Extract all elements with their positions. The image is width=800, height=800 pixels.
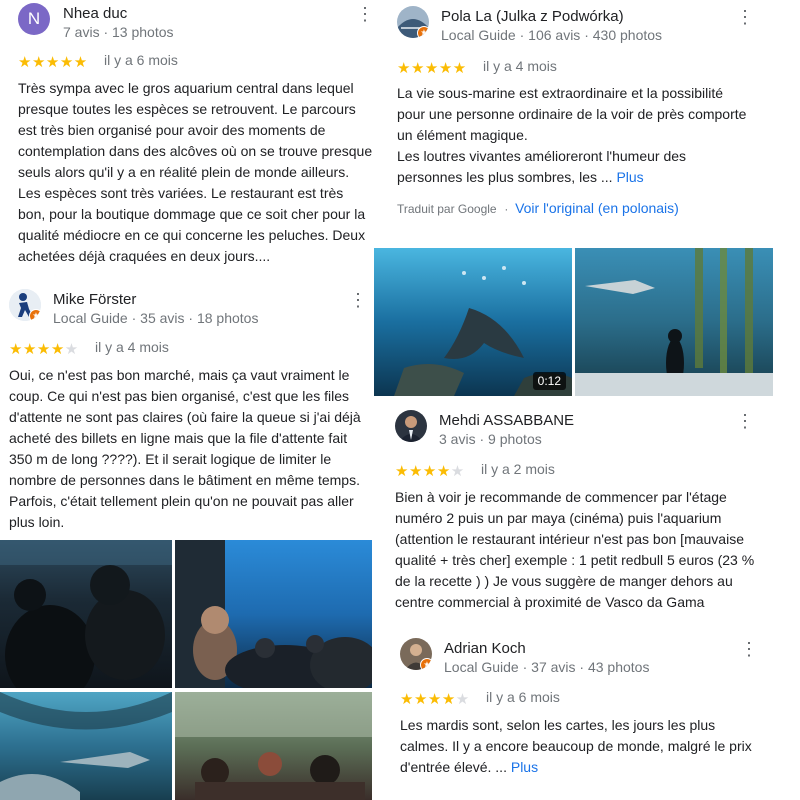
- review-card: ★ Adrian Koch Local Guide · 37 avis · 43…: [400, 638, 758, 778]
- portrait-avatar-icon: [395, 410, 427, 442]
- review-card: Mehdi ASSABBANE 3 avis · 9 photos ⋮ ★★★★…: [395, 410, 755, 613]
- reviewer-name[interactable]: Pola La (Julka z Podwórka): [441, 8, 624, 25]
- avatar[interactable]: ★: [397, 6, 429, 38]
- review-text-body: Les mardis sont, selon les cartes, les j…: [400, 717, 752, 775]
- reviewer-name[interactable]: Adrian Koch: [444, 640, 526, 657]
- shark-tunnel-photo: [0, 692, 172, 800]
- avatar[interactable]: N: [18, 3, 50, 35]
- star-empty-icon: ★: [455, 691, 470, 708]
- star-icon: ★★★★★: [397, 60, 467, 77]
- more-link[interactable]: Plus: [511, 759, 538, 775]
- reviewer-meta: 3 avis · 9 photos: [439, 431, 542, 447]
- review-photo[interactable]: [0, 692, 172, 800]
- reviewer-meta: 7 avis · 13 photos: [63, 24, 174, 40]
- review-text: Oui, ce n'est pas bon marché, mais ça va…: [9, 367, 361, 530]
- more-vert-icon[interactable]: ⋮: [740, 640, 758, 658]
- star-rating: ★★★★★: [397, 59, 467, 77]
- more-vert-icon[interactable]: ⋮: [349, 291, 367, 309]
- local-guide-badge-icon: ★: [417, 26, 429, 38]
- shark-tank-photo: [575, 248, 773, 396]
- review-text: Bien à voir je recommande de commencer p…: [395, 489, 755, 610]
- review-date: il y a 6 mois: [104, 52, 178, 68]
- review-photo[interactable]: [575, 248, 773, 396]
- review-date: il y a 4 mois: [95, 339, 169, 355]
- star-icon: ★★★★: [400, 691, 456, 708]
- translated-by-label: Traduit par Google: [397, 202, 497, 216]
- more-vert-icon[interactable]: ⋮: [736, 412, 754, 430]
- star-rating: ★★★★★: [18, 53, 88, 71]
- star-empty-icon: ★: [64, 341, 79, 358]
- star-icon: ★★★★: [395, 463, 451, 480]
- avatar[interactable]: ★: [9, 289, 41, 321]
- local-guide-badge-icon: ★: [420, 658, 432, 670]
- separator-dot: ·: [501, 202, 516, 216]
- review-video[interactable]: 0:12: [374, 248, 572, 396]
- review-card: ★ Pola La (Julka z Podwórka) Local Guide…: [397, 6, 754, 218]
- reviewer-meta: Local Guide · 106 avis · 430 photos: [441, 27, 663, 43]
- review-text: Très sympa avec le gros aquarium central…: [18, 80, 373, 264]
- review-photo[interactable]: [0, 540, 172, 688]
- reviewer-name[interactable]: Mehdi ASSABBANE: [439, 412, 574, 429]
- star-icon: ★★★★★: [18, 54, 88, 71]
- local-guide-badge-icon: ★: [29, 309, 41, 321]
- review-photo[interactable]: [175, 540, 372, 688]
- video-duration: 0:12: [532, 372, 566, 390]
- more-vert-icon[interactable]: ⋮: [736, 8, 754, 26]
- review-photo[interactable]: [175, 692, 372, 800]
- aquarium-crowd-photo: [0, 540, 172, 688]
- reviewer-meta: Local Guide · 35 avis · 18 photos: [53, 310, 259, 326]
- review-card: N Nhea duc 7 avis · 13 photos ⋮ ★★★★★ il…: [18, 3, 374, 267]
- avatar[interactable]: [395, 410, 427, 442]
- aquarium-tank-photo: [175, 540, 372, 688]
- review-text-body: La vie sous-marine est extraordinaire et…: [397, 85, 747, 185]
- review-text: La vie sous-marine est extraordinaire et…: [397, 83, 752, 188]
- review-date: il y a 4 mois: [483, 58, 557, 74]
- star-rating: ★★★★★: [400, 690, 470, 708]
- more-vert-icon[interactable]: ⋮: [356, 5, 374, 23]
- reviewer-name[interactable]: Mike Förster: [53, 291, 136, 308]
- review-date: il y a 2 mois: [481, 461, 555, 477]
- reviewer-meta: Local Guide · 37 avis · 43 photos: [444, 659, 650, 675]
- review-date: il y a 6 mois: [486, 689, 560, 705]
- more-link[interactable]: Plus: [616, 169, 643, 185]
- visitors-photo: [175, 692, 372, 800]
- see-original-link[interactable]: Voir l'original (en polonais): [515, 200, 679, 216]
- star-empty-icon: ★: [450, 463, 465, 480]
- avatar[interactable]: ★: [400, 638, 432, 670]
- star-rating: ★★★★★: [395, 462, 465, 480]
- review-card: ★ Mike Förster Local Guide · 35 avis · 1…: [9, 289, 371, 533]
- star-rating: ★★★★★: [9, 340, 79, 358]
- star-icon: ★★★★: [9, 341, 65, 358]
- reviewer-name[interactable]: Nhea duc: [63, 5, 127, 22]
- review-text: Les mardis sont, selon les cartes, les j…: [400, 715, 755, 778]
